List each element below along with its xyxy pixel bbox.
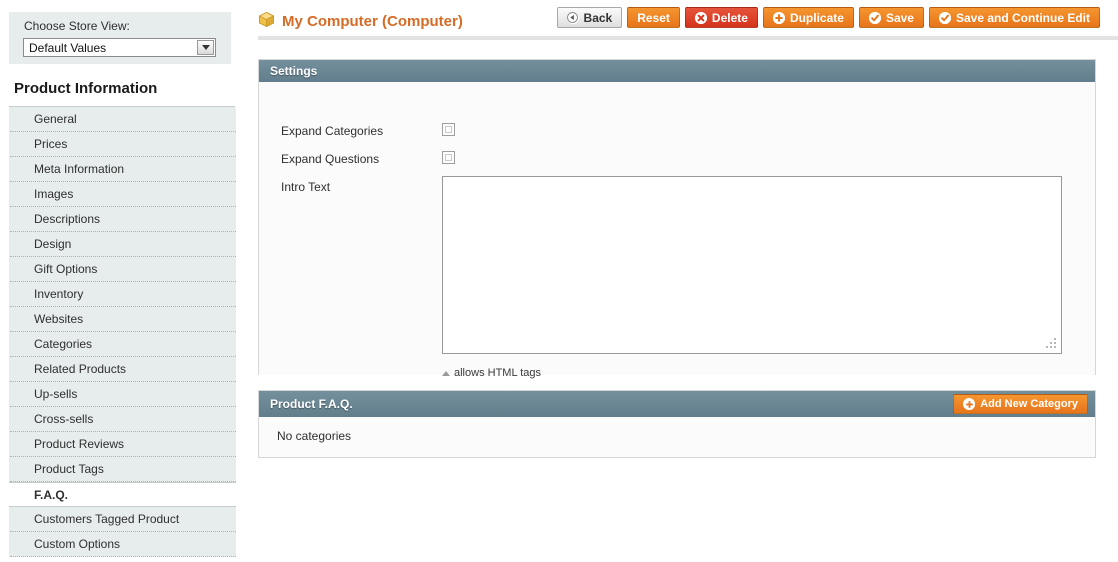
- duplicate-button[interactable]: Duplicate: [762, 7, 854, 28]
- sidebar-item-descriptions[interactable]: Descriptions: [10, 207, 236, 232]
- sidebar-item-label: Meta Information: [34, 162, 125, 176]
- sidebar-item-label: Images: [34, 187, 74, 201]
- sidebar-item-label: Up-sells: [34, 387, 78, 401]
- sidebar-item-product-tags[interactable]: Product Tags: [10, 457, 236, 482]
- store-view-selected-value: Default Values: [29, 40, 107, 55]
- expand-questions-label: Expand Questions: [281, 152, 380, 166]
- left-sidebar: Choose Store View: Default Values Produc…: [0, 0, 236, 562]
- button-label: Save and Continue Edit: [955, 10, 1090, 25]
- button-label: Duplicate: [789, 10, 844, 25]
- sidebar-item-custom-options[interactable]: Custom Options: [10, 532, 236, 557]
- page-title-text: My Computer (Computer): [282, 12, 463, 30]
- sidebar-item-label: Cross-sells: [34, 412, 94, 426]
- add-new-category-button[interactable]: Add New Category: [953, 394, 1088, 414]
- reset-button[interactable]: Reset: [627, 7, 680, 28]
- button-label: Save: [885, 10, 914, 25]
- sidebar-item-label: Product Reviews: [34, 437, 125, 451]
- sidebar-item-categories[interactable]: Categories: [10, 332, 236, 357]
- check-circle-icon: [868, 11, 881, 24]
- plus-circle-icon: [963, 398, 976, 410]
- expand-categories-label: Expand Categories: [281, 124, 384, 138]
- sidebar-item-meta-information[interactable]: Meta Information: [10, 157, 236, 182]
- sidebar-item-websites[interactable]: Websites: [10, 307, 236, 332]
- faq-empty-message: No categories: [277, 429, 352, 443]
- chevron-down-icon[interactable]: [197, 40, 214, 55]
- sidebar-item-f-a-q[interactable]: F.A.Q.: [9, 482, 236, 507]
- delete-button[interactable]: Delete: [684, 7, 758, 28]
- sidebar-item-label: Customers Tagged Product: [34, 512, 180, 526]
- expand-categories-checkbox[interactable]: [442, 123, 455, 136]
- sidebar-item-label: Categories: [34, 337, 93, 351]
- button-label: Reset: [637, 10, 670, 25]
- sidebar-item-label: Prices: [34, 137, 68, 151]
- product-box-icon: [258, 11, 275, 31]
- sidebar-item-label: Product Tags: [34, 462, 104, 476]
- save-button[interactable]: Save: [858, 7, 924, 28]
- sidebar-item-cross-sells[interactable]: Cross-sells: [10, 407, 236, 432]
- triangle-up-icon: [442, 370, 450, 376]
- button-label: Back: [583, 10, 613, 25]
- settings-panel-body: Expand Categories Expand Questions Intro…: [259, 82, 1095, 379]
- sidebar-item-images[interactable]: Images: [10, 182, 236, 207]
- expand-questions-checkbox[interactable]: [442, 151, 455, 164]
- back-button[interactable]: Back: [556, 7, 623, 28]
- sidebar-item-customers-tagged-product[interactable]: Customers Tagged Product: [10, 507, 236, 532]
- sidebar-item-label: Gift Options: [34, 262, 98, 276]
- sidebar-item-label: Websites: [34, 312, 84, 326]
- sidebar-item-label: Custom Options: [34, 537, 121, 551]
- sidebar-item-design[interactable]: Design: [10, 232, 236, 257]
- sidebar-item-label: Related Products: [34, 362, 127, 376]
- sidebar-item-gift-options[interactable]: Gift Options: [10, 257, 236, 282]
- faq-panel-body: No categories: [259, 417, 1095, 457]
- sidebar-item-label: Design: [34, 237, 72, 251]
- sidebar-item-inventory[interactable]: Inventory: [10, 282, 236, 307]
- intro-text-textarea[interactable]: [442, 176, 1062, 354]
- settings-panel-title: Settings: [270, 64, 318, 78]
- page-header: My Computer (Computer) Back Reset Delete Du…: [236, 0, 1118, 44]
- sidebar-item-label: F.A.Q.: [34, 488, 69, 502]
- sidebar-item-label: Inventory: [34, 287, 84, 301]
- delete-x-circle-icon: [694, 11, 707, 24]
- settings-panel-header: Settings: [259, 60, 1095, 82]
- back-arrow-circle-icon: [566, 11, 579, 24]
- page-title: My Computer (Computer): [258, 11, 463, 31]
- faq-panel-header: Product F.A.Q. Add New Category: [259, 391, 1095, 417]
- content-area: My Computer (Computer) Back Reset Delete Du…: [236, 0, 1118, 562]
- product-information-nav: General Prices Meta Information Images Descr…: [9, 107, 236, 557]
- button-label: Delete: [711, 10, 748, 25]
- sidebar-item-up-sells[interactable]: Up-sells: [10, 382, 236, 407]
- store-view-label: Choose Store View:: [24, 19, 130, 33]
- allows-html-note: allows HTML tags: [442, 367, 541, 379]
- sidebar-item-related-products[interactable]: Related Products: [10, 357, 236, 382]
- sidebar-item-general[interactable]: General: [10, 107, 236, 132]
- sidebar-item-label: General: [34, 112, 77, 126]
- product-faq-panel: Product F.A.Q. Add New Category No categ…: [258, 390, 1096, 458]
- header-divider: [258, 36, 1118, 40]
- sidebar-title: Product Information: [14, 80, 158, 97]
- textarea-resize-handle[interactable]: [1046, 338, 1058, 350]
- store-view-select[interactable]: Default Values: [23, 38, 216, 57]
- plus-circle-icon: [772, 11, 785, 24]
- sidebar-item-label: Descriptions: [34, 212, 101, 226]
- store-view-selector-box: Choose Store View: Default Values: [9, 12, 231, 64]
- intro-text-label: Intro Text: [281, 180, 331, 194]
- save-and-continue-edit-button[interactable]: Save and Continue Edit: [928, 7, 1100, 28]
- settings-panel: Settings Expand Categories Expand Questi…: [258, 59, 1096, 379]
- add-new-category-label: Add New Category: [980, 398, 1078, 410]
- sidebar-item-prices[interactable]: Prices: [10, 132, 236, 157]
- allows-html-text: allows HTML tags: [454, 367, 542, 379]
- faq-panel-title: Product F.A.Q.: [270, 397, 353, 411]
- action-button-bar: Back Reset Delete Duplicate Save Save and Con…: [556, 7, 1100, 28]
- check-circle-icon: [938, 11, 951, 24]
- sidebar-item-product-reviews[interactable]: Product Reviews: [10, 432, 236, 457]
